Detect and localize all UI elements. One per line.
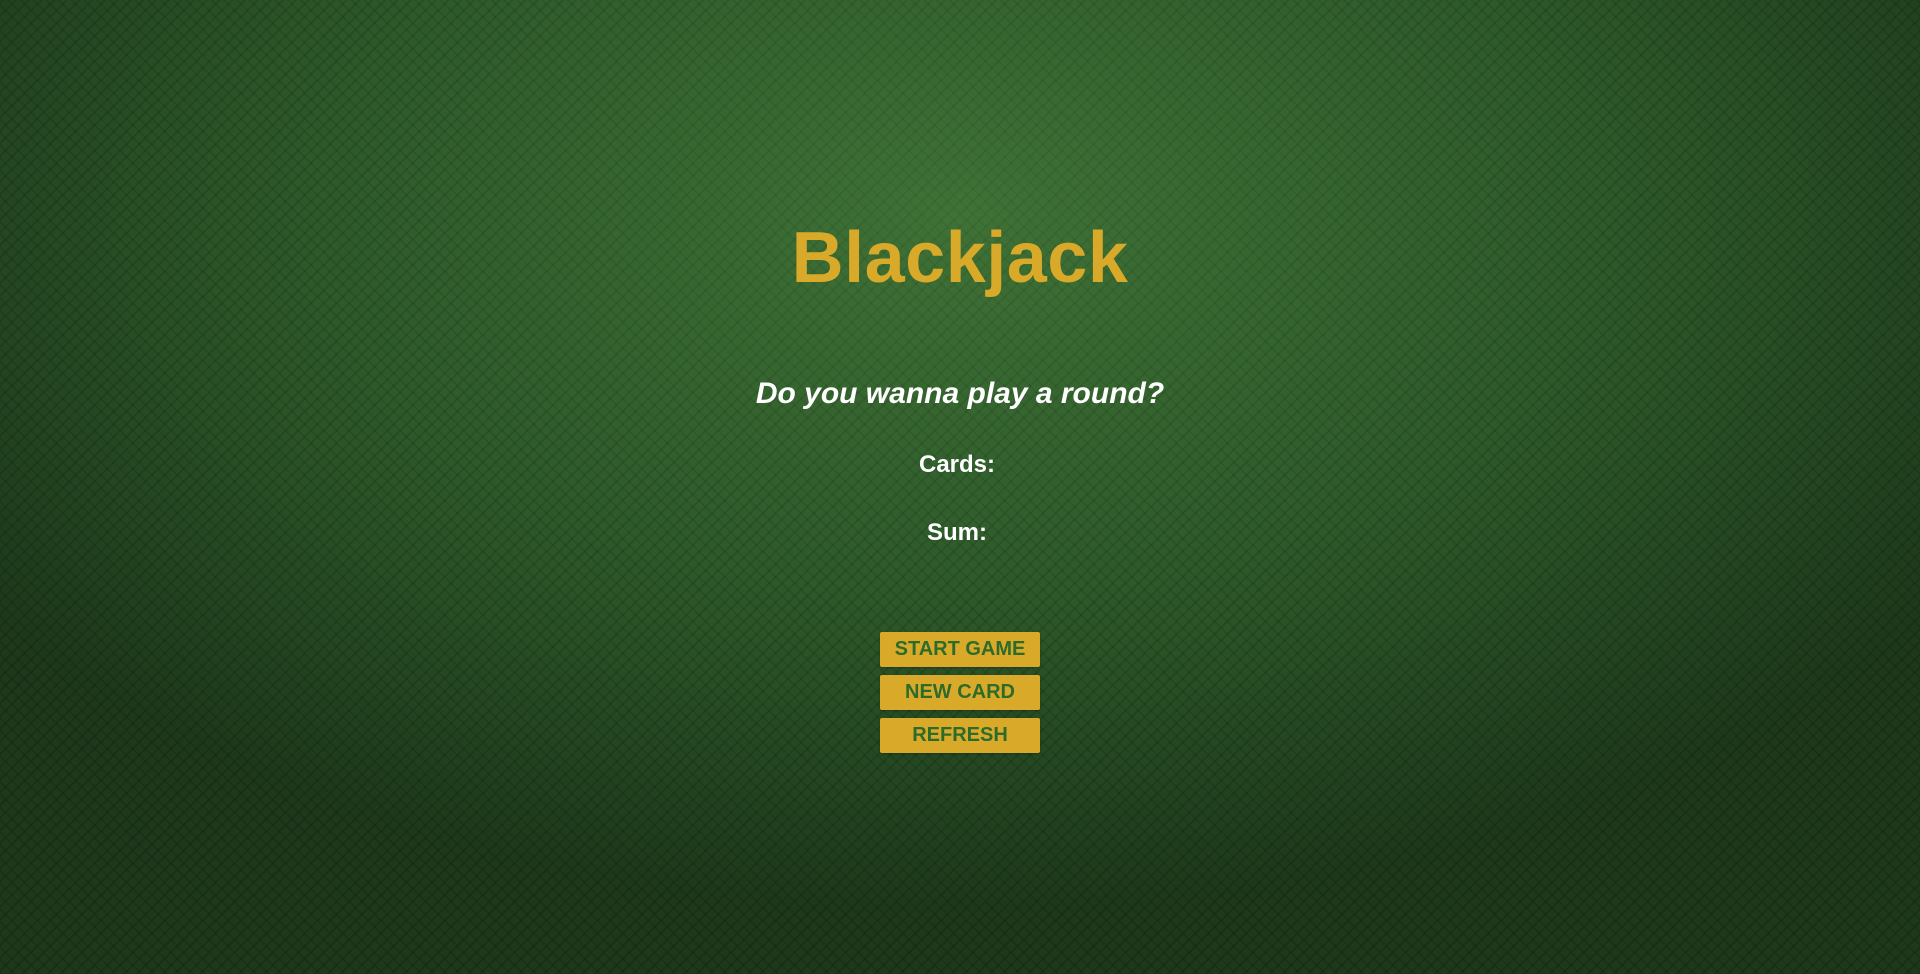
refresh-button[interactable]: REFRESH	[880, 718, 1040, 753]
cards-display: Cards:	[0, 449, 1920, 481]
game-title: Blackjack	[791, 218, 1129, 298]
sum-display: Sum:	[0, 517, 1920, 549]
start-game-button[interactable]: START GAME	[880, 632, 1040, 667]
game-message: Do you wanna play a round?	[755, 377, 1165, 410]
new-card-button[interactable]: NEW CARD	[880, 675, 1040, 710]
cards-label: Cards:	[918, 451, 996, 478]
game-table: Blackjack Do you wanna play a round? Car…	[0, 0, 1920, 974]
sum-label: Sum:	[927, 519, 987, 546]
